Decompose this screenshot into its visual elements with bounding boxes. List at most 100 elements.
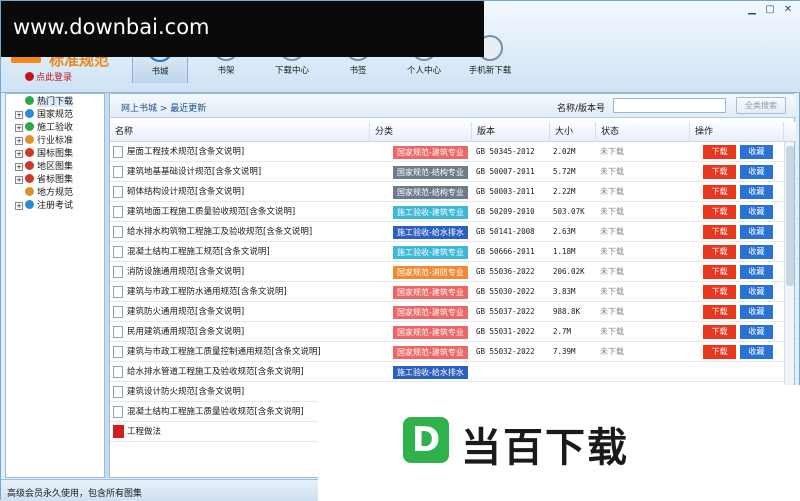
tree-item-label: 行业标准 <box>37 136 74 146</box>
expand-icon[interactable]: + <box>15 124 23 132</box>
expand-icon[interactable]: + <box>15 137 23 145</box>
tree-item-label: 注册考试 <box>37 201 74 211</box>
favorite-button[interactable]: 收藏 <box>740 225 773 239</box>
column-header[interactable]: 版本 <box>472 122 550 142</box>
table-row[interactable]: 建筑地基基础设计规范[含条文说明] 国家规范-结构专业 GB 50007-2011 5… <box>110 162 796 182</box>
download-button[interactable]: 下载 <box>703 245 736 259</box>
favorite-button[interactable]: 收藏 <box>740 325 773 339</box>
download-button[interactable]: 下载 <box>703 145 736 159</box>
favorite-button[interactable]: 收藏 <box>740 345 773 359</box>
close-icon[interactable]: ✕ <box>779 4 797 15</box>
row-name[interactable]: 砌体结构设计规范[含条文说明] <box>127 182 367 202</box>
row-name[interactable]: 民用建筑通用规范[含条文说明] <box>127 322 367 342</box>
row-name[interactable]: 屋面工程技术规范[含条文说明] <box>127 142 367 162</box>
search-button[interactable]: 全类搜索 <box>736 97 786 114</box>
table-row[interactable]: 给水排水构筑物工程施工及验收规范[含条文说明] 施工验收-给水排水 GB 50141… <box>110 222 796 242</box>
tree-item[interactable]: 热门下载 <box>6 96 104 109</box>
table-row[interactable]: 屋面工程技术规范[含条文说明] 国家规范-建筑专业 GB 50345-2012 2.0… <box>110 142 796 162</box>
app-window: 标准规范 点此登录 书城 书架 下载中心 书签 个人中心 手机新下载 ▁ ▢ ✕ www.do… <box>0 0 800 501</box>
tree-item[interactable]: + 施工验收 <box>6 122 104 135</box>
download-button[interactable]: 下载 <box>703 165 736 179</box>
tree-item[interactable]: + 国标图集 <box>6 148 104 161</box>
row-status: 未下载 <box>600 187 624 196</box>
row-name[interactable]: 给水排水管道工程施工及验收规范[含条文说明] <box>127 362 367 382</box>
watermark-banner: www.downbai.com <box>1 1 484 57</box>
column-header[interactable]: 状态 <box>596 122 690 142</box>
favorite-button[interactable]: 收藏 <box>740 205 773 219</box>
favorite-button[interactable]: 收藏 <box>740 305 773 319</box>
favorite-button[interactable]: 收藏 <box>740 145 773 159</box>
document-icon <box>113 146 123 158</box>
table-row[interactable]: 建筑地面工程施工质量验收规范[含条文说明] 施工验收-建筑专业 GB 50209-2… <box>110 202 796 222</box>
row-status: 未下载 <box>600 147 624 156</box>
tree-item[interactable]: + 省标图集 <box>6 174 104 187</box>
category-badge: 国家规范-结构专业 <box>393 166 468 179</box>
document-icon <box>113 326 123 338</box>
tree-item[interactable]: + 注册考试 <box>6 200 104 213</box>
tree-item[interactable]: + 地区图集 <box>6 161 104 174</box>
download-button[interactable]: 下载 <box>703 285 736 299</box>
table-row[interactable]: 混凝土结构工程施工规范[含条文说明] 施工验收-建筑专业 GB 50666-2011… <box>110 242 796 262</box>
expand-icon[interactable]: + <box>15 202 23 210</box>
favorite-button[interactable]: 收藏 <box>740 165 773 179</box>
expand-icon[interactable]: + <box>15 176 23 184</box>
table-row[interactable]: 给水排水管道工程施工及验收规范[含条文说明] 施工验收-给水排水 <box>110 362 796 382</box>
row-name[interactable]: 混凝土结构工程施工规范[含条文说明] <box>127 242 367 262</box>
download-button[interactable]: 下载 <box>703 265 736 279</box>
favorite-button[interactable]: 收藏 <box>740 265 773 279</box>
row-name[interactable]: 建筑地面工程施工质量验收规范[含条文说明] <box>127 202 367 222</box>
column-header[interactable]: 大小 <box>550 122 596 142</box>
column-header[interactable]: 名称 <box>110 122 370 142</box>
download-button[interactable]: 下载 <box>703 325 736 339</box>
tree-item[interactable]: + 行业标准 <box>6 135 104 148</box>
category-badge: 国家规范-建筑专业 <box>393 326 468 339</box>
search-input[interactable] <box>613 98 726 113</box>
row-version: GB 55036-2022 <box>476 267 535 276</box>
row-version: GB 50666-2011 <box>476 247 535 256</box>
favorite-button[interactable]: 收藏 <box>740 245 773 259</box>
row-name[interactable]: 建筑地基基础设计规范[含条文说明] <box>127 162 367 182</box>
breadcrumb[interactable]: 网上书城 > 最近更新 <box>121 101 206 114</box>
tree-item[interactable]: + 国家规范 <box>6 109 104 122</box>
download-button[interactable]: 下载 <box>703 225 736 239</box>
category-icon <box>25 109 34 118</box>
column-header[interactable]: 分类 <box>370 122 472 142</box>
favorite-button[interactable]: 收藏 <box>740 285 773 299</box>
scroll-thumb[interactable] <box>786 146 794 286</box>
row-name[interactable]: 建筑防火通用规范[含条文说明] <box>127 302 367 322</box>
category-icon <box>25 187 34 196</box>
row-name[interactable]: 给水排水构筑物工程施工及验收规范[含条文说明] <box>127 222 367 242</box>
expand-icon[interactable]: + <box>15 150 23 158</box>
nav-tab-label: 书签 <box>349 66 367 76</box>
maximize-icon[interactable]: ▢ <box>761 4 779 15</box>
document-icon <box>113 406 123 418</box>
tree-item[interactable]: 地方规范 <box>6 187 104 200</box>
row-name[interactable]: 消防设施通用规范[含条文说明] <box>127 262 367 282</box>
download-button[interactable]: 下载 <box>703 185 736 199</box>
download-button[interactable]: 下载 <box>703 345 736 359</box>
row-status: 未下载 <box>600 167 624 176</box>
table-row[interactable]: 民用建筑通用规范[含条文说明] 国家规范-建筑专业 GB 55031-2022 2.7… <box>110 322 796 342</box>
download-button[interactable]: 下载 <box>703 205 736 219</box>
minimize-icon[interactable]: ▁ <box>743 4 761 15</box>
row-status: 未下载 <box>600 327 624 336</box>
expand-icon[interactable]: + <box>15 111 23 119</box>
brand-overlay: D 当百下载 <box>318 385 800 501</box>
tree-item-label: 省标图集 <box>37 175 74 185</box>
download-button[interactable]: 下载 <box>703 305 736 319</box>
expand-icon[interactable]: + <box>15 163 23 171</box>
table-row[interactable]: 砌体结构设计规范[含条文说明] 国家规范-结构专业 GB 50003-2011 2.2… <box>110 182 796 202</box>
table-row[interactable]: 消防设施通用规范[含条文说明] 国家规范-消防专业 GB 55036-2022 206… <box>110 262 796 282</box>
table-row[interactable]: 建筑与市政工程施工质量控制通用规范[含条文说明] 国家规范-建筑专业 GB 5503… <box>110 342 796 362</box>
column-header[interactable]: 操作 <box>690 122 784 142</box>
category-icon <box>25 200 34 209</box>
row-status: 未下载 <box>600 267 624 276</box>
document-icon <box>113 286 123 298</box>
row-name[interactable]: 建筑与市政工程防水通用规范[含条文说明] <box>127 282 367 302</box>
table-row[interactable]: 建筑防火通用规范[含条文说明] 国家规范-建筑专业 GB 55037-2022 988… <box>110 302 796 322</box>
category-badge: 国家规范-建筑专业 <box>393 306 468 319</box>
row-name[interactable]: 建筑与市政工程施工质量控制通用规范[含条文说明] <box>127 342 367 362</box>
table-row[interactable]: 建筑与市政工程防水通用规范[含条文说明] 国家规范-建筑专业 GB 55030-20… <box>110 282 796 302</box>
favorite-button[interactable]: 收藏 <box>740 185 773 199</box>
login-link[interactable]: 点此登录 <box>25 70 72 83</box>
